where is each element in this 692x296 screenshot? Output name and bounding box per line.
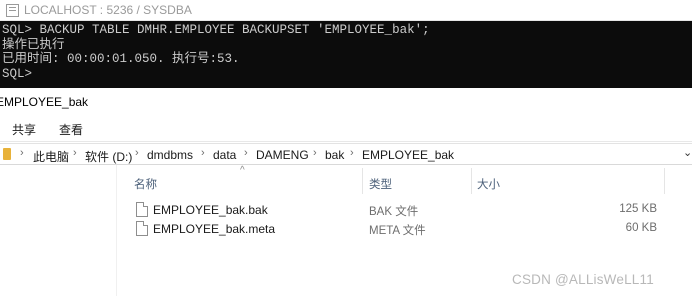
breadcrumb-item-employee-bak[interactable]: EMPLOYEE_bak xyxy=(362,148,454,162)
address-bar[interactable]: › 此电脑 › 软件 (D:) › dmdbms › data › DAMENG… xyxy=(0,143,692,165)
chevron-right-icon[interactable]: › xyxy=(313,147,317,159)
console-window-icon xyxy=(6,4,19,17)
ribbon-bar: 共享 查看 xyxy=(0,112,692,142)
breadcrumb-item-bak[interactable]: bak xyxy=(325,148,344,162)
terminal-prompt-line: SQL> xyxy=(2,66,33,81)
tab-share[interactable]: 共享 xyxy=(12,121,36,138)
file-size: 125 KB xyxy=(619,203,657,215)
navigation-pane[interactable] xyxy=(0,165,117,296)
column-header-type[interactable]: 类型 xyxy=(369,176,392,192)
column-header-size[interactable]: 大小 xyxy=(477,176,500,192)
chevron-down-icon[interactable]: ⌄ xyxy=(683,146,692,159)
terminal-line: 操作已执行 xyxy=(2,37,65,52)
tab-view[interactable]: 查看 xyxy=(59,121,83,138)
folder-icon xyxy=(3,148,11,160)
terminal-line: SQL> BACKUP TABLE DMHR.EMPLOYEE BACKUPSE… xyxy=(2,23,430,37)
breadcrumb-item-drive-d[interactable]: 软件 (D:) xyxy=(85,148,132,165)
column-header-name[interactable]: 名称 xyxy=(134,176,157,192)
breadcrumb-item-data[interactable]: data xyxy=(213,148,236,162)
column-divider[interactable] xyxy=(664,168,665,194)
file-row[interactable]: EMPLOYEE_bak.bak BAK 文件 125 KB xyxy=(130,200,670,220)
sort-ascending-icon: ^ xyxy=(240,165,245,176)
file-name[interactable]: EMPLOYEE_bak.bak xyxy=(153,203,268,217)
explorer-window-title: EMPLOYEE_bak xyxy=(0,95,89,109)
chevron-right-icon[interactable]: › xyxy=(73,147,77,159)
file-name[interactable]: EMPLOYEE_bak.meta xyxy=(153,222,275,236)
file-row[interactable]: EMPLOYEE_bak.meta META 文件 60 KB xyxy=(130,219,670,239)
chevron-right-icon[interactable]: › xyxy=(244,147,248,159)
watermark: CSDN @ALLisWeLL11 xyxy=(512,272,654,287)
breadcrumb-item-dmdbms[interactable]: dmdbms xyxy=(147,148,193,162)
column-divider[interactable] xyxy=(362,168,363,194)
chevron-right-icon[interactable]: › xyxy=(135,147,139,159)
file-icon xyxy=(136,202,148,217)
terminal-console[interactable]: SQL> BACKUP TABLE DMHR.EMPLOYEE BACKUPSE… xyxy=(0,21,692,88)
column-divider[interactable] xyxy=(471,168,472,194)
terminal-window-title: LOCALHOST : 5236 / SYSDBA xyxy=(24,3,192,17)
breadcrumb-item-this-pc[interactable]: 此电脑 xyxy=(33,148,69,165)
chevron-right-icon[interactable]: › xyxy=(201,147,205,159)
file-size: 60 KB xyxy=(625,222,657,234)
terminal-titlebar: LOCALHOST : 5236 / SYSDBA xyxy=(0,0,692,21)
file-type: META 文件 xyxy=(369,225,426,237)
file-icon xyxy=(136,221,148,236)
terminal-line: 已用时间: 00:00:01.050. 执行号:53. xyxy=(2,52,240,66)
chevron-right-icon[interactable]: › xyxy=(20,147,24,159)
chevron-right-icon[interactable]: › xyxy=(350,147,354,159)
breadcrumb-item-dameng[interactable]: DAMENG xyxy=(256,148,309,162)
file-type: BAK 文件 xyxy=(369,206,419,218)
